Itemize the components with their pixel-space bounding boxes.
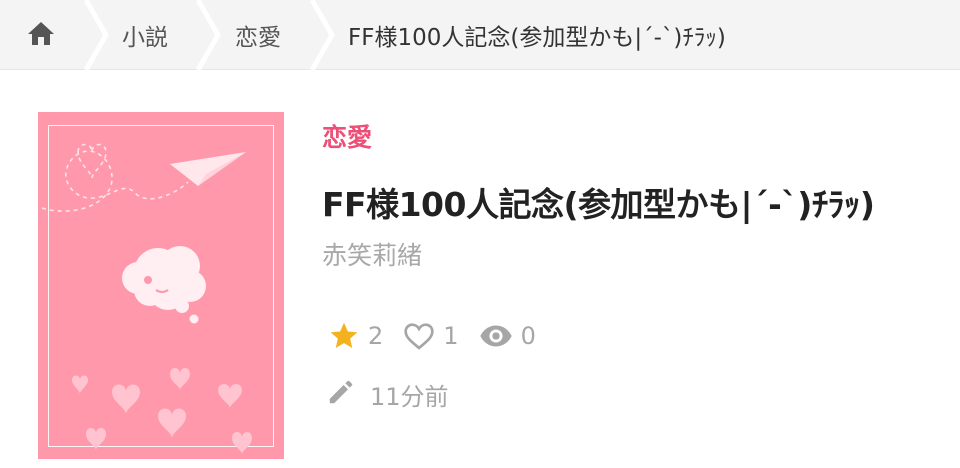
last-updated-value: 11分前	[370, 382, 449, 411]
star-icon	[328, 320, 360, 352]
last-updated: 11分前	[326, 376, 449, 412]
breadcrumb-item-romance[interactable]: 恋愛	[235, 0, 281, 70]
pencil-icon	[326, 377, 356, 411]
view-count: 0	[479, 322, 536, 350]
author-name[interactable]: 赤笑莉緒	[322, 236, 422, 272]
book-cover[interactable]	[38, 112, 284, 459]
paper-plane-icon	[170, 152, 246, 186]
cover-illustration	[41, 143, 252, 454]
heart-outline-icon	[403, 321, 435, 351]
star-count-value: 2	[368, 322, 384, 350]
breadcrumb-item-novel[interactable]: 小説	[122, 0, 168, 70]
eye-icon	[479, 324, 513, 348]
like-count-value: 1	[443, 322, 459, 350]
breadcrumb: 小説 恋愛 FF様100人記念(参加型かも|´-`)ﾁﾗｯ)	[0, 0, 960, 70]
stats-row: 2 1 0	[328, 318, 556, 354]
book-title[interactable]: FF様100人記念(参加型かも|´-`)ﾁﾗｯ)	[322, 178, 875, 226]
hearts-decoration	[72, 368, 252, 454]
view-count-value: 0	[520, 322, 536, 350]
home-icon	[26, 20, 56, 50]
genre-label[interactable]: 恋愛	[322, 118, 372, 154]
breadcrumb-home[interactable]	[0, 0, 88, 70]
star-count: 2	[328, 320, 383, 352]
like-count: 1	[403, 321, 459, 351]
cloud-icon	[122, 246, 206, 324]
breadcrumb-item-current: FF様100人記念(参加型かも|´-`)ﾁﾗｯ)	[348, 25, 726, 51]
